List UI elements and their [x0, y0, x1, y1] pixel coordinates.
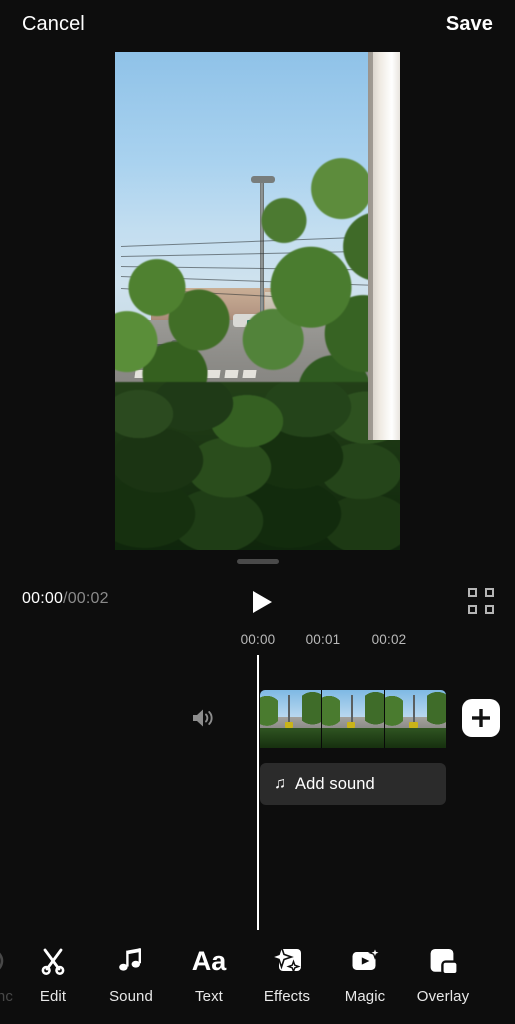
- fullscreen-icon: [485, 588, 494, 597]
- scissors-icon: [38, 945, 68, 977]
- sound-sync-icon: [0, 945, 6, 977]
- bottom-toolbar: d sync Edit: [0, 930, 515, 1024]
- toolbar-label: Effects: [263, 988, 311, 1005]
- time-display: 00:00/00:02: [22, 590, 109, 608]
- total-duration: 00:02: [67, 590, 109, 607]
- overlay-layers-icon: [428, 945, 458, 977]
- music-note-icon: ♫: [274, 775, 286, 792]
- video-preview[interactable]: [115, 52, 400, 550]
- music-note-icon: [116, 945, 146, 977]
- toolbar-item-magic[interactable]: Magic: [326, 939, 404, 1015]
- clip-thumbnail: [384, 690, 446, 748]
- transport-controls: 00:00/00:02: [0, 580, 515, 624]
- toolbar-label: Magic: [344, 988, 386, 1005]
- ruler-tick: 00:01: [305, 632, 341, 647]
- preview-drag-handle[interactable]: [237, 559, 279, 564]
- add-sound-label: Add sound: [295, 774, 375, 793]
- toolbar-label: d sync: [0, 988, 13, 1005]
- toolbar-item-text[interactable]: Aa Text: [170, 939, 248, 1015]
- timeline-ruler: 00:00 00:01 00:02: [0, 632, 515, 654]
- fullscreen-button[interactable]: [468, 588, 494, 614]
- cancel-button[interactable]: Cancel: [22, 13, 85, 36]
- playhead[interactable]: [257, 655, 260, 930]
- sparkle-effects-icon: [272, 945, 302, 977]
- video-frame-image: [115, 52, 400, 550]
- toolbar-label: Text: [195, 988, 223, 1005]
- video-editor-screen: Cancel Save 00:00/00:02 00:00 00:01 00:0…: [0, 0, 515, 1024]
- add-sound-track[interactable]: ♫ Add sound: [260, 763, 446, 805]
- toolbar-label: Edit: [39, 988, 67, 1005]
- toolbar-item-edit[interactable]: Edit: [14, 939, 92, 1015]
- top-bar: Cancel Save: [0, 0, 515, 48]
- toolbar-item-effects[interactable]: Effects: [248, 939, 326, 1015]
- magic-wand-icon: [350, 945, 380, 977]
- fullscreen-icon: [468, 605, 477, 614]
- volume-icon[interactable]: [190, 706, 216, 730]
- toolbar-item-sound[interactable]: Sound: [92, 939, 170, 1015]
- play-icon: [252, 591, 272, 613]
- toolbar-item-overlay[interactable]: Overlay: [404, 939, 482, 1015]
- plus-icon: [472, 709, 490, 727]
- toolbar-item-sound-sync[interactable]: d sync: [0, 939, 14, 1015]
- toolbar-label: Overlay: [416, 988, 470, 1005]
- building-edge-right: [368, 52, 400, 441]
- fullscreen-icon: [468, 588, 477, 597]
- clip-thumbnail: [322, 690, 385, 748]
- add-clip-button[interactable]: [462, 699, 500, 737]
- save-button[interactable]: Save: [446, 13, 493, 36]
- current-time: 00:00: [22, 590, 64, 607]
- ruler-tick: 00:00: [240, 632, 276, 647]
- foreground-foliage: [115, 382, 400, 550]
- play-button[interactable]: [248, 588, 276, 616]
- toolbar-label: Sound: [109, 988, 153, 1005]
- video-clip-track[interactable]: [260, 690, 446, 748]
- ruler-tick: 00:02: [371, 632, 407, 647]
- text-aa-icon: Aa: [191, 946, 227, 976]
- clip-thumbnail: [260, 690, 323, 748]
- fullscreen-icon: [485, 605, 494, 614]
